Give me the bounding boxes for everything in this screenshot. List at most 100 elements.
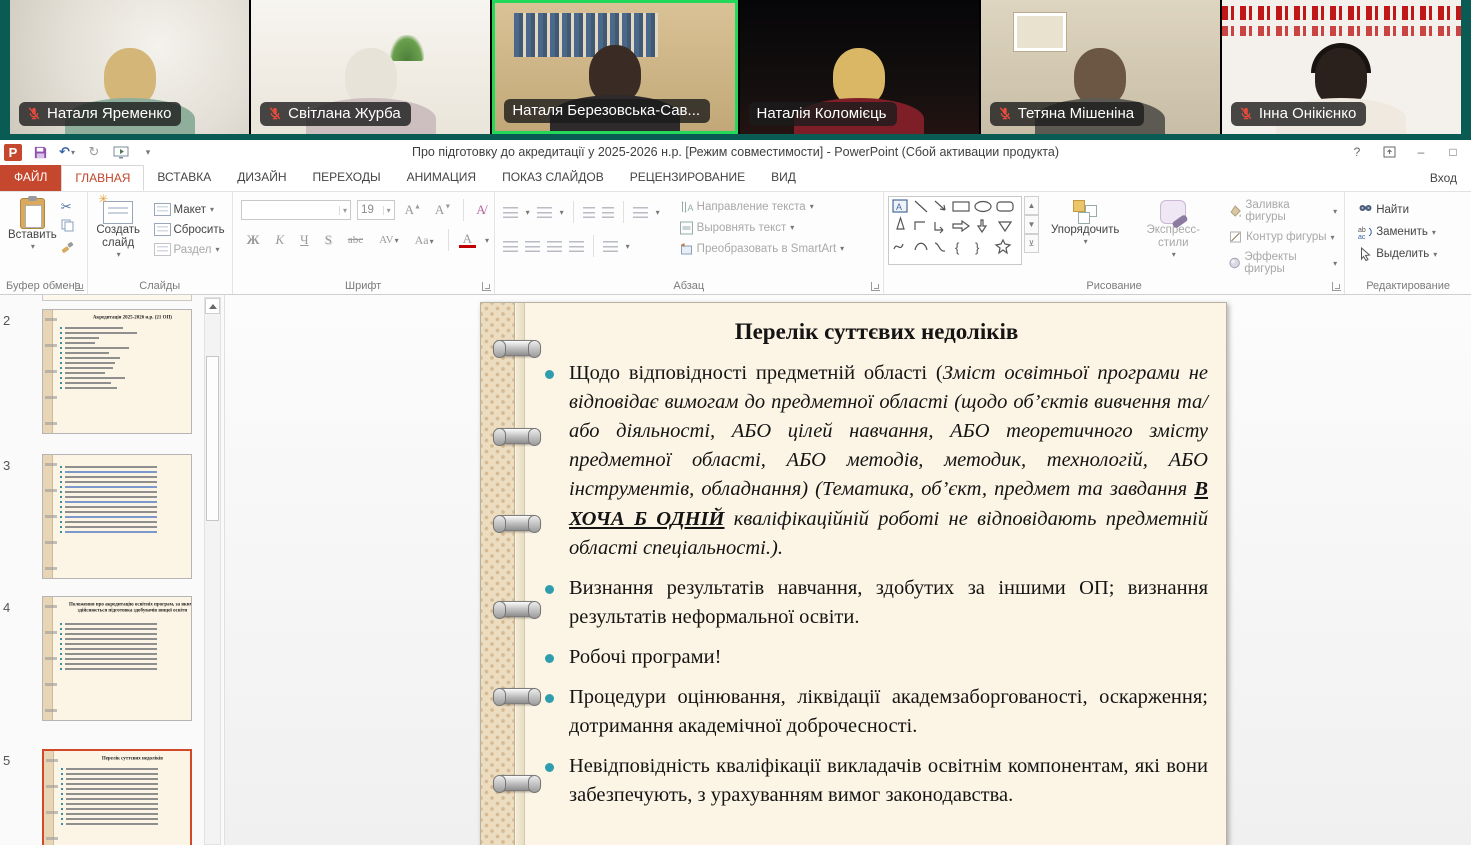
text-direction-button[interactable]: A Направление текста▾	[676, 199, 848, 215]
tab-показ-слайдов[interactable]: ПОКАЗ СЛАЙДОВ	[489, 165, 617, 191]
participant-tile-5[interactable]: Тетяна Мішеніна	[981, 0, 1220, 134]
font-name-combo[interactable]: ▾	[241, 200, 351, 220]
participant-tile-1[interactable]: Наталя Яременко	[10, 0, 249, 134]
drawing-dialog-launcher[interactable]	[1332, 282, 1341, 291]
increase-indent-icon[interactable]	[602, 207, 614, 218]
maximize-button[interactable]: □	[1439, 142, 1467, 162]
shape-fill-button[interactable]: Заливка фигуры▾	[1225, 198, 1340, 224]
justify-icon[interactable]	[569, 241, 584, 252]
slide-canvas[interactable]: Перелік суттєвих недоліків Щодо відповід…	[480, 302, 1227, 845]
font-color-button[interactable]: А	[459, 232, 476, 248]
paste-button[interactable]: Вставить▾	[4, 196, 61, 259]
text-shadow-button[interactable]: S	[321, 232, 336, 248]
minimize-button[interactable]: –	[1407, 142, 1435, 162]
bold-button[interactable]: Ж	[243, 232, 264, 248]
scroll-up-button[interactable]	[205, 298, 220, 314]
save-icon[interactable]	[31, 144, 49, 161]
columns-icon[interactable]	[603, 241, 618, 252]
shapes-more-icon[interactable]: ⊻	[1024, 234, 1039, 253]
quick-styles-button[interactable]: Экспресс-стили▾	[1131, 196, 1215, 262]
slide-bullet-list: Щодо відповідності предметній області (З…	[569, 359, 1208, 811]
slide-title[interactable]: Перелік суттєвих недоліків	[545, 319, 1208, 345]
svg-text:ac: ac	[1358, 234, 1366, 239]
participant-tile-2[interactable]: Світлана Журба	[251, 0, 490, 134]
slide-thumbnail-image[interactable]	[42, 454, 192, 579]
tab-рецензирование[interactable]: РЕЦЕНЗИРОВАНИЕ	[617, 165, 758, 191]
numbering-icon[interactable]	[537, 207, 552, 218]
clipboard-dialog-launcher[interactable]	[75, 282, 84, 291]
slide-body[interactable]: Перелік суттєвих недоліків Щодо відповід…	[545, 319, 1208, 822]
participant-tile-6[interactable]: Інна Онікієнко	[1222, 0, 1461, 134]
title-bar: P ↶▾ ↻ ▾ Про підготовку до акредитації у…	[0, 140, 1471, 164]
thumbnail-scrollbar[interactable]	[204, 297, 221, 845]
increase-font-icon[interactable]: А▲	[401, 202, 425, 218]
align-center-icon[interactable]	[525, 241, 540, 252]
tab-вставка[interactable]: ВСТАВКА	[144, 165, 224, 191]
tab-дизайн[interactable]: ДИЗАЙН	[224, 165, 299, 191]
replace-button[interactable]: abac Заменить▾	[1355, 224, 1467, 240]
select-button[interactable]: Выделить▾	[1355, 246, 1467, 262]
reset-button[interactable]: Сбросить	[151, 222, 228, 237]
scrollbar-thumb[interactable]	[206, 356, 219, 521]
layout-button[interactable]: Макет▾	[151, 202, 228, 217]
tab-file[interactable]: ФАЙЛ	[0, 165, 61, 191]
slide-bullet-1[interactable]: Щодо відповідності предметній області (З…	[569, 359, 1208, 563]
clear-formatting-icon[interactable]: А̸	[472, 202, 489, 218]
font-size-combo[interactable]: 19▾	[357, 200, 395, 220]
cut-icon[interactable]: ✂	[61, 199, 74, 215]
participant-tile-3[interactable]: Наталя Березовська-Сав...	[492, 0, 737, 134]
line-spacing-icon[interactable]	[633, 207, 648, 218]
slide-bullet-2[interactable]: Визнання результатів навчання, здобутих …	[569, 574, 1208, 632]
slide-bullet-3[interactable]: Робочі програми!	[569, 643, 1208, 672]
underline-button[interactable]: Ч	[296, 232, 312, 248]
shapes-gallery[interactable]: A	[888, 196, 1022, 265]
decrease-font-icon[interactable]: А▼	[431, 202, 455, 218]
find-button[interactable]: Найти	[1355, 202, 1467, 218]
binder-ring-icon	[494, 515, 540, 531]
slide-thumbnail-2[interactable]: 2 Акредитація 2025-2026 н.р. (21 ОП)	[0, 309, 224, 439]
convert-smartart-button[interactable]: Преобразовать в SmartArt▾	[676, 241, 848, 257]
font-dialog-launcher[interactable]	[482, 282, 491, 291]
align-left-icon[interactable]	[503, 241, 518, 252]
shape-outline-button[interactable]: Контур фигуры▾	[1225, 229, 1340, 245]
powerpoint-icon[interactable]: P	[4, 144, 22, 161]
italic-button[interactable]: К	[271, 232, 288, 248]
thumbnail-slide-1-edge[interactable]	[42, 295, 192, 301]
slide-thumbnail-image[interactable]: Акредитація 2025-2026 н.р. (21 ОП)	[42, 309, 192, 434]
tab-переходы[interactable]: ПЕРЕХОДЫ	[300, 165, 394, 191]
slide-thumbnail-image[interactable]: Положення про акредитацію освітніх прогр…	[42, 596, 192, 721]
decrease-indent-icon[interactable]	[583, 207, 595, 218]
slide-bullet-4[interactable]: Процедури оцінювання, ліквідації академз…	[569, 683, 1208, 741]
new-slide-button[interactable]: Создать слайд▾	[92, 196, 145, 262]
participant-tile-4[interactable]: Наталія Коломієць	[740, 0, 979, 134]
shape-effects-button[interactable]: Эффекты фигуры▾	[1225, 250, 1340, 276]
character-spacing-button[interactable]: AV▾	[375, 234, 403, 246]
start-slideshow-icon[interactable]	[112, 144, 130, 161]
customize-qat-icon[interactable]: ▾	[139, 144, 157, 161]
redo-button[interactable]: ↻	[85, 144, 103, 161]
slide-thumbnail-image[interactable]: Перелік суттєвих недоліків	[42, 749, 192, 845]
change-case-button[interactable]: Aa▾	[411, 233, 438, 248]
arrange-button[interactable]: Упорядочить▾	[1047, 196, 1123, 248]
align-text-button[interactable]: Выровнять текст▾	[676, 220, 848, 236]
slide-thumbnail-5[interactable]: 5 Перелік суттєвих недоліків	[0, 749, 224, 845]
help-button[interactable]: ?	[1343, 142, 1371, 162]
slide-thumbnail-3[interactable]: 3	[0, 454, 224, 584]
format-painter-icon[interactable]	[61, 241, 74, 259]
align-right-icon[interactable]	[547, 241, 562, 252]
shapes-scroll-up-icon[interactable]: ▲	[1024, 196, 1039, 215]
slide-bullet-5[interactable]: Невідповідність кваліфікації викладачів …	[569, 752, 1208, 810]
ribbon-display-options-icon[interactable]	[1375, 142, 1403, 162]
strikethrough-button[interactable]: abc	[344, 234, 367, 246]
slide-thumbnail-4[interactable]: 4 Положення про акредитацію освітніх про…	[0, 596, 224, 726]
tab-анимация[interactable]: АНИМАЦИЯ	[394, 165, 489, 191]
paragraph-dialog-launcher[interactable]	[871, 282, 880, 291]
undo-button[interactable]: ↶▾	[58, 144, 76, 161]
sign-in-link[interactable]: Вход	[1416, 166, 1471, 191]
tab-вид[interactable]: ВИД	[758, 165, 809, 191]
copy-icon[interactable]	[61, 219, 74, 237]
bullets-icon[interactable]	[503, 207, 518, 218]
tab-главная[interactable]: ГЛАВНАЯ	[61, 165, 144, 191]
section-button[interactable]: Раздел▾	[151, 242, 228, 257]
shapes-scroll-down-icon[interactable]: ▼	[1024, 215, 1039, 234]
